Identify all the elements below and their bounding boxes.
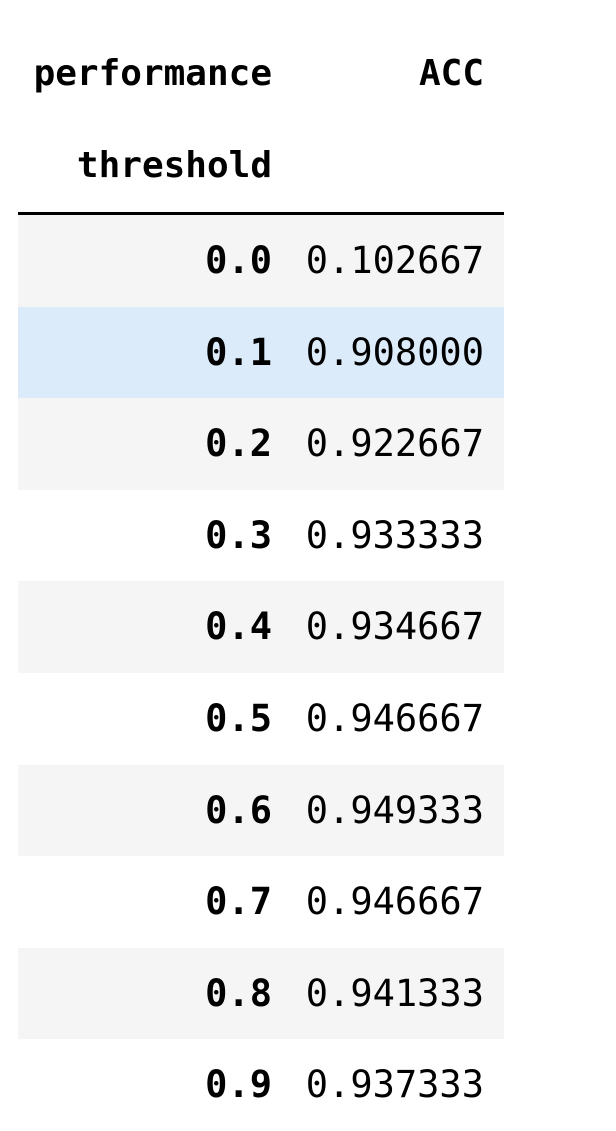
row-index-cell: 0.5 [205,696,272,740]
acc-value-cell: 0.941333 [305,971,484,1015]
table-row-highlighted: 0.1 0.908000 [18,306,504,399]
row-index-cell: 0.1 [205,330,272,374]
row-index-cell: 0.3 [205,513,272,557]
table-row: 0.5 0.946667 [18,672,504,765]
row-index-cell: 0.9 [205,1063,272,1107]
dataframe-table: performance ACC threshold 0.0 0.102667 0… [18,28,504,1131]
table-row: 0.9 0.937333 [18,1039,504,1131]
table-row: 0.2 0.922667 [18,398,504,490]
table-row: 0.8 0.941333 [18,947,504,1040]
row-index-cell: 0.6 [205,788,272,832]
table-row: 0.3 0.933333 [18,489,504,582]
index-name-row: threshold [18,120,504,212]
acc-value-cell: 0.946667 [305,880,484,924]
header-row: performance ACC [18,28,504,120]
acc-value-cell: 0.933333 [305,513,484,557]
index-name-header: threshold [76,145,272,186]
row-index-cell: 0.2 [205,422,272,466]
row-index-cell: 0.7 [205,880,272,924]
row-index-cell: 0.0 [205,239,272,282]
acc-value-cell: 0.949333 [305,788,484,832]
acc-value-cell: 0.908000 [305,330,484,374]
acc-value-cell: 0.946667 [305,696,484,740]
acc-column-header: ACC [418,53,484,94]
row-index-cell: 0.4 [205,605,272,649]
table-row: 0.4 0.934667 [18,581,504,673]
table-row: 0.0 0.102667 [18,215,504,307]
acc-value-cell: 0.922667 [305,422,484,466]
columns-name-header: performance [33,53,272,94]
acc-value-cell: 0.102667 [305,239,484,282]
table-row: 0.7 0.946667 [18,856,504,948]
acc-value-cell: 0.934667 [305,605,484,649]
row-index-cell: 0.8 [205,971,272,1015]
table-row: 0.6 0.949333 [18,764,504,857]
acc-value-cell: 0.937333 [305,1063,484,1107]
